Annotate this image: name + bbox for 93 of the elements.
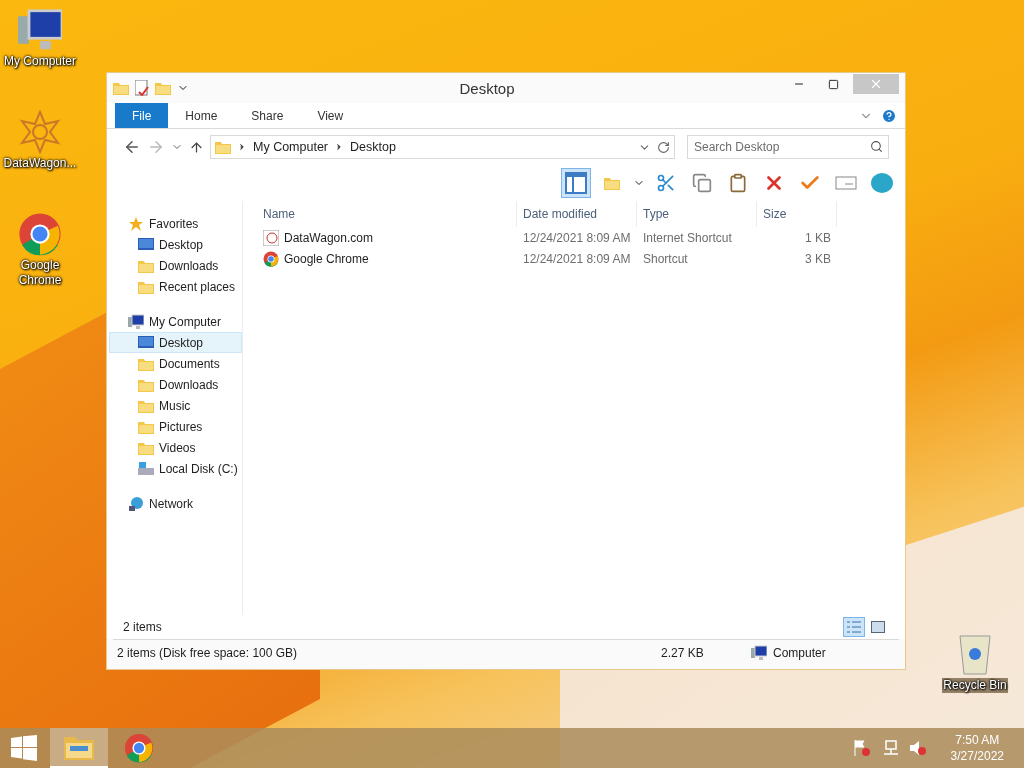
- nav-label[interactable]: Music: [159, 398, 191, 413]
- network-icon: [128, 495, 144, 512]
- nav-label[interactable]: Desktop: [159, 335, 204, 350]
- recent-folder-icon: [138, 279, 154, 294]
- star-logo-icon: [18, 110, 62, 154]
- nav-label[interactable]: My Computer: [149, 314, 222, 329]
- refresh-icon[interactable]: [657, 140, 670, 154]
- computer-folder-icon: [215, 140, 231, 154]
- table-cell-text: 12/24/2021 8:09 AM: [522, 251, 632, 266]
- up-icon[interactable]: [189, 139, 204, 155]
- desktop-icon: [138, 237, 154, 252]
- nav-item[interactable]: Recent places: [109, 276, 242, 297]
- column-header[interactable]: Date modified: [517, 201, 637, 227]
- folder-icon: [138, 356, 154, 371]
- clock-date: 3/27/2022: [950, 748, 1004, 764]
- table-cell-text: Shortcut: [642, 251, 689, 266]
- flag-icon[interactable]: [852, 739, 871, 757]
- windows-logo-icon[interactable]: [11, 735, 37, 761]
- clock-time: 7:50 AM: [955, 732, 1000, 748]
- nav-item[interactable]: Local Disk (C:): [109, 458, 242, 479]
- computer-icon: [18, 8, 62, 52]
- downloads-folder-icon: [138, 377, 154, 392]
- nav-label[interactable]: Videos: [159, 440, 196, 455]
- nav-label[interactable]: Network: [149, 496, 193, 511]
- desktop-icon-label[interactable]: Recycle Bin: [942, 678, 1008, 693]
- table-cell-text: 1 KB: [804, 230, 832, 245]
- nav-item[interactable]: Pictures: [109, 416, 242, 437]
- nav-item[interactable]: Downloads: [109, 255, 242, 276]
- recycle-bin-icon: [958, 632, 992, 676]
- status-location: Computer: [773, 645, 826, 660]
- chrome-icon: [263, 250, 279, 267]
- chevron-icon[interactable]: [237, 142, 247, 152]
- nav-item[interactable]: Downloads: [109, 374, 242, 395]
- nav-item[interactable]: Desktop: [109, 332, 242, 353]
- folder-icon: [138, 440, 154, 455]
- forward-icon[interactable]: [147, 138, 165, 156]
- search-icon[interactable]: [870, 140, 883, 153]
- address-bar[interactable]: My Computer Desktop: [210, 135, 675, 159]
- status-size: 2.27 KB: [660, 645, 705, 660]
- ribbon-tab[interactable]: Share: [234, 103, 301, 128]
- computer-icon: [751, 644, 767, 661]
- breadcrumb[interactable]: Desktop: [350, 140, 396, 154]
- chrome-icon: [124, 733, 154, 763]
- nav-item[interactable]: Documents: [109, 353, 242, 374]
- nav-item[interactable]: Favorites: [109, 213, 242, 234]
- ribbon-tab[interactable]: View: [300, 103, 361, 128]
- file-tab[interactable]: File: [115, 103, 169, 128]
- status-text: 2 items (Disk free space: 100 GB): [116, 645, 299, 660]
- chrome-icon: [18, 212, 62, 256]
- folder-icon: [604, 176, 620, 190]
- nav-item[interactable]: Network: [109, 493, 242, 514]
- file-name[interactable]: DataWagon.com: [284, 230, 373, 245]
- shortcut-icon: [263, 229, 279, 246]
- explorer-taskbar-button[interactable]: [50, 728, 108, 768]
- ribbon-tab[interactable]: Home: [168, 103, 235, 128]
- desktop-icon: [138, 335, 154, 350]
- folder-icon: [138, 398, 154, 413]
- new-folder-icon: [155, 81, 171, 95]
- folder-icon: [138, 419, 154, 434]
- downloads-folder-icon: [138, 258, 154, 273]
- nav-item[interactable]: Music: [109, 395, 242, 416]
- nav-label[interactable]: Downloads: [159, 258, 219, 273]
- column-header[interactable]: Type: [637, 201, 757, 227]
- nav-label[interactable]: Desktop: [159, 237, 204, 252]
- column-header[interactable]: Name: [257, 201, 517, 227]
- search-field[interactable]: Search Desktop: [687, 135, 889, 159]
- file-name[interactable]: Google Chrome: [284, 251, 369, 266]
- breadcrumb[interactable]: My Computer: [253, 140, 329, 154]
- computer-icon: [128, 313, 144, 330]
- speaker-muted-icon[interactable]: [908, 739, 927, 757]
- column-header[interactable]: Size: [757, 201, 837, 227]
- nav-label[interactable]: Pictures: [159, 419, 203, 434]
- table-cell-text: 12/24/2021 8:09 AM: [522, 230, 632, 245]
- item-count: 2 items: [123, 620, 162, 634]
- nav-label[interactable]: Recent places: [159, 279, 236, 294]
- back-icon[interactable]: [123, 138, 141, 156]
- window-title: Desktop: [458, 79, 516, 97]
- folder-icon: [113, 81, 129, 95]
- star-icon: [128, 215, 144, 232]
- nav-item[interactable]: My Computer: [109, 311, 242, 332]
- nav-label[interactable]: Local Disk (C:): [159, 461, 238, 476]
- folder-icon[interactable]: [64, 734, 94, 760]
- nav-item[interactable]: Desktop: [109, 234, 242, 255]
- table-cell-text: 3 KB: [804, 251, 832, 266]
- nav-item[interactable]: Videos: [109, 437, 242, 458]
- help-icon[interactable]: [881, 107, 897, 124]
- nav-label[interactable]: Documents: [159, 356, 220, 371]
- nav-label[interactable]: Favorites: [149, 216, 199, 231]
- disk-icon: [138, 461, 154, 476]
- table-cell-text: Internet Shortcut: [642, 230, 733, 245]
- maximize-icon[interactable]: [827, 78, 839, 90]
- nav-label[interactable]: Downloads: [159, 377, 219, 392]
- document-icon[interactable]: [135, 80, 149, 96]
